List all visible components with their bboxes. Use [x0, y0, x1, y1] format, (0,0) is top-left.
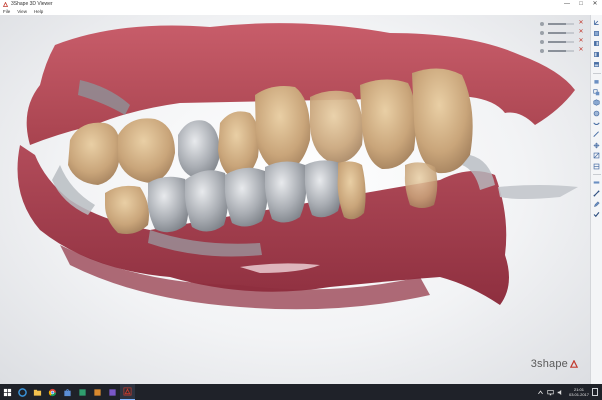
layer-visibility-icon[interactable]: [540, 30, 544, 35]
layer-opacity-slider[interactable]: [548, 40, 574, 43]
logo-text: 3shape: [530, 358, 568, 370]
maximize-button[interactable]: □: [574, 0, 588, 8]
window-title: 3Shape 3D Viewer: [11, 1, 53, 7]
3d-viewport[interactable]: ✕ ✕ ✕ ✕ 3shape: [0, 15, 590, 384]
line-tool-icon[interactable]: [592, 189, 601, 198]
top-view-icon[interactable]: [592, 60, 601, 69]
minimize-button[interactable]: —: [560, 0, 574, 8]
layer-copy-icon[interactable]: [592, 88, 601, 97]
clock-date: 03.01.2017: [568, 392, 589, 397]
menu-help[interactable]: Help: [34, 8, 43, 15]
window-controls: — □ ✕: [560, 0, 602, 8]
jaw-icon[interactable]: [592, 119, 601, 128]
layer-icon[interactable]: [592, 77, 601, 86]
system-tray: 21:01 03.01.2017: [537, 384, 602, 400]
title-bar: 3Shape 3D Viewer — □ ✕: [0, 0, 602, 8]
notification-icon[interactable]: [592, 388, 598, 396]
system-clock[interactable]: 21:01 03.01.2017: [569, 387, 589, 397]
chevron-up-icon[interactable]: [537, 389, 544, 396]
layer-opacity-slider[interactable]: [548, 22, 574, 25]
layer-remove-icon[interactable]: ✕: [578, 28, 584, 37]
crosshair-icon[interactable]: [592, 141, 601, 150]
layer-panel: ✕ ✕ ✕ ✕: [532, 19, 584, 55]
pencil-icon[interactable]: [592, 200, 601, 209]
layer-row[interactable]: ✕: [532, 19, 584, 28]
layer-remove-icon[interactable]: ✕: [578, 37, 584, 46]
taskbar: 21:01 03.01.2017: [0, 384, 602, 400]
layer-opacity-slider[interactable]: [548, 49, 574, 52]
section-icon[interactable]: [592, 151, 601, 160]
axis-icon[interactable]: [592, 18, 601, 27]
menu-view[interactable]: View: [17, 8, 27, 15]
right-toolbar: [590, 15, 602, 384]
menu-bar: File View Help: [0, 8, 602, 15]
toolbar-separator: [592, 72, 601, 74]
layer-visibility-icon[interactable]: [540, 39, 544, 44]
cube-icon[interactable]: [592, 98, 601, 107]
volume-icon[interactable]: [557, 389, 564, 396]
left-view-icon[interactable]: [592, 39, 601, 48]
store-icon[interactable]: [60, 384, 75, 400]
file-explorer-icon[interactable]: [30, 384, 45, 400]
layer-row[interactable]: ✕: [532, 46, 584, 55]
edge-icon[interactable]: [15, 384, 30, 400]
measure-icon[interactable]: [592, 130, 601, 139]
menu-file[interactable]: File: [3, 8, 10, 15]
close-button[interactable]: ✕: [588, 0, 602, 8]
front-view-icon[interactable]: [592, 29, 601, 38]
layer-remove-icon[interactable]: ✕: [578, 19, 584, 28]
dental-scan-model[interactable]: [0, 15, 590, 384]
app-icon[interactable]: [105, 384, 120, 400]
layer-row[interactable]: ✕: [532, 37, 584, 46]
layer-remove-icon[interactable]: ✕: [578, 46, 584, 55]
layer-opacity-slider[interactable]: [548, 31, 574, 34]
layer-row[interactable]: ✕: [532, 28, 584, 37]
model-icon[interactable]: [592, 109, 601, 118]
chrome-icon[interactable]: [45, 384, 60, 400]
3shape-viewer-icon[interactable]: [120, 384, 135, 400]
section-alt-icon[interactable]: [592, 162, 601, 171]
app-icon[interactable]: [75, 384, 90, 400]
app-icon[interactable]: [90, 384, 105, 400]
layer-visibility-icon[interactable]: [540, 21, 544, 26]
ruler-icon[interactable]: [592, 178, 601, 187]
3shape-triangle-icon: [570, 360, 578, 368]
right-view-icon[interactable]: [592, 50, 601, 59]
3shape-app-icon: [3, 1, 8, 7]
3shape-logo: 3shape: [531, 358, 578, 370]
layer-visibility-icon[interactable]: [540, 48, 544, 53]
windows-start-icon[interactable]: [0, 384, 15, 400]
network-icon[interactable]: [547, 389, 554, 396]
checkmark-icon[interactable]: [592, 210, 601, 219]
toolbar-separator: [592, 174, 601, 176]
